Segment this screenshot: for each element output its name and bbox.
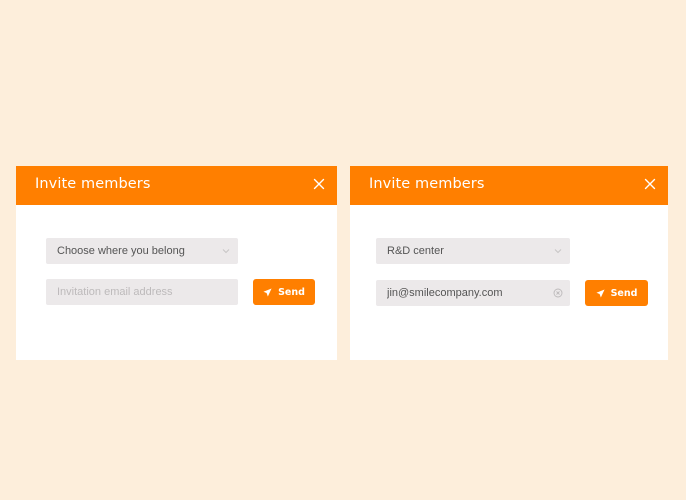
invite-members-dialog-empty: Invite members Choose where you belong S… [16,166,337,360]
location-select-value: R&D center [387,245,444,257]
clear-input-icon[interactable] [553,288,563,298]
location-select[interactable]: R&D center [376,238,570,264]
paper-plane-icon [263,287,272,297]
close-icon[interactable] [644,178,656,190]
send-button[interactable]: Send [585,280,648,306]
dialog-title: Invite members [369,176,485,192]
send-button-label: Send [610,287,638,299]
email-field[interactable] [46,279,238,305]
send-button[interactable]: Send [253,279,315,305]
dialog-title: Invite members [35,176,151,192]
send-button-label: Send [278,286,305,298]
email-field[interactable] [376,280,570,306]
location-select-value: Choose where you belong [57,245,185,257]
close-icon[interactable] [313,178,325,190]
location-select[interactable]: Choose where you belong [46,238,238,264]
paper-plane-icon [596,288,605,298]
dialog-header: Invite members [350,166,668,205]
chevron-down-icon [221,247,231,255]
invite-members-dialog-filled: Invite members R&D center Send [350,166,668,360]
dialog-header: Invite members [16,166,337,205]
email-input[interactable] [46,279,238,305]
chevron-down-icon [553,247,563,255]
email-input[interactable] [376,280,570,306]
